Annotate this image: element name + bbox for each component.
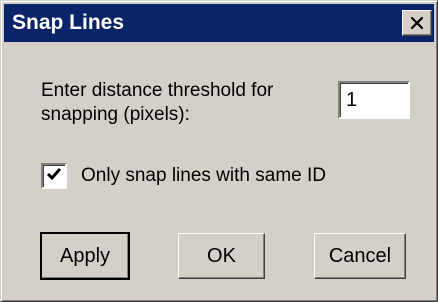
- close-icon: [411, 17, 423, 29]
- cancel-button[interactable]: Cancel: [314, 233, 406, 279]
- checkmark-icon: [46, 167, 62, 186]
- close-button[interactable]: [402, 10, 432, 36]
- threshold-label: Enter distance threshold for snapping (p…: [41, 80, 274, 125]
- window-title: Snap Lines: [12, 11, 125, 34]
- apply-button[interactable]: Apply: [40, 232, 130, 280]
- same-id-checkbox[interactable]: [41, 163, 67, 189]
- snap-lines-dialog: Snap Lines Enter distance threshold for …: [0, 0, 438, 302]
- ok-button[interactable]: OK: [178, 233, 265, 279]
- title-bar[interactable]: Snap Lines: [4, 4, 434, 42]
- same-id-checkbox-label[interactable]: Only snap lines with same ID: [81, 164, 326, 188]
- threshold-input[interactable]: [338, 81, 410, 119]
